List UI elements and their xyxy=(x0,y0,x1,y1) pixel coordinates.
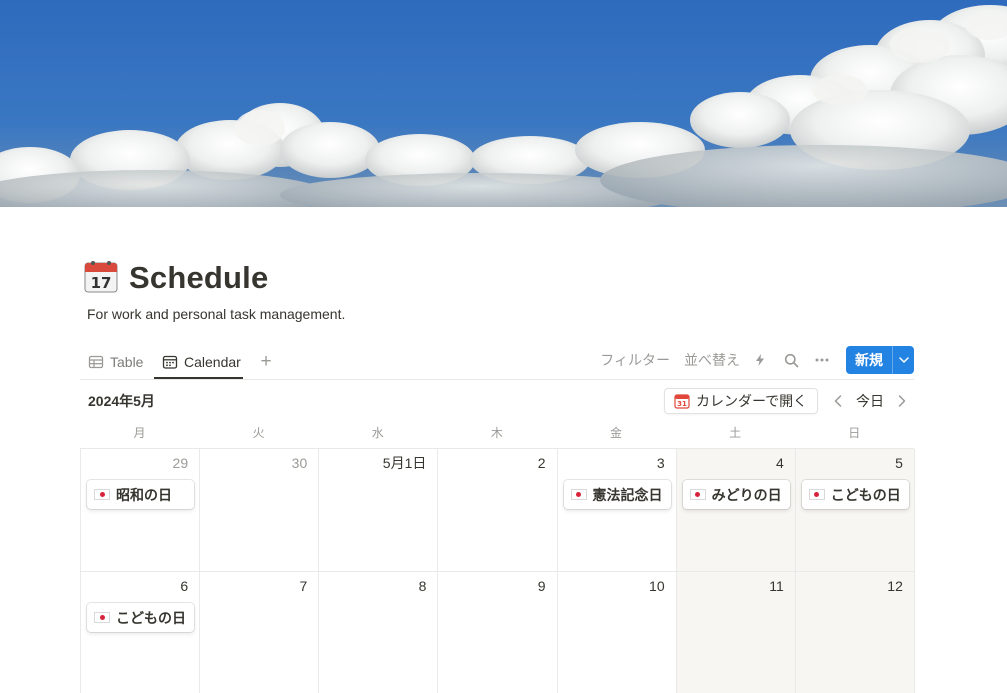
weekday-label: 土 xyxy=(729,426,742,440)
page-title[interactable]: Schedule xyxy=(129,258,268,298)
calendar-day-cell[interactable]: 5 こどもの日 xyxy=(795,449,915,572)
day-number: 29 xyxy=(172,455,189,471)
tab-table-label: Table xyxy=(110,354,144,370)
search-icon[interactable] xyxy=(780,349,802,371)
calendar-event[interactable]: こどもの日 xyxy=(87,603,195,632)
calendar-day-cell[interactable]: 12 xyxy=(795,572,915,693)
weekday-header: 月 火 水 木 金 土 日 xyxy=(80,424,914,442)
day-number: 30 xyxy=(291,455,308,471)
weekday-label: 木 xyxy=(490,426,503,440)
calendar-day-cell[interactable]: 6 こどもの日 xyxy=(81,572,201,693)
calendar-day-cell[interactable]: 9 xyxy=(438,572,558,693)
day-number: 5 xyxy=(895,455,903,471)
sky-clouds-image xyxy=(0,0,1007,207)
tab-calendar[interactable]: Calendar xyxy=(162,349,241,375)
calendar-event[interactable]: 昭和の日 xyxy=(87,480,195,509)
calendar-event[interactable]: 憲法記念日 xyxy=(563,480,671,509)
filter-button[interactable]: フィルター xyxy=(600,350,670,370)
previous-month-icon[interactable] xyxy=(828,390,848,412)
weekday-label: 金 xyxy=(610,426,623,440)
calendar-17-icon[interactable]: 17 xyxy=(83,258,119,294)
day-number: 8 xyxy=(418,578,427,594)
event-title: みどりの日 xyxy=(711,486,782,503)
calendar-day-cell[interactable]: 4 みどりの日 xyxy=(676,449,796,572)
day-number: 3 xyxy=(656,455,665,471)
plus-icon[interactable]: + xyxy=(255,349,277,375)
japan-flag-icon xyxy=(689,489,706,500)
calendar-app-icon: 31 xyxy=(674,393,690,409)
weekday-label: 水 xyxy=(371,426,384,440)
lightning-icon[interactable] xyxy=(749,349,771,371)
calendar-week: 29 昭和の日 30 5月1日 2 3 憲法記念日 4 みどりの日 5 こどもの… xyxy=(81,449,915,572)
page-cover-image xyxy=(0,0,1007,207)
day-number: 4 xyxy=(775,455,784,471)
sort-button[interactable]: 並べ替え xyxy=(684,350,740,370)
new-button: 新規 xyxy=(846,346,914,374)
calendar-day-cell[interactable]: 3 憲法記念日 xyxy=(557,449,677,572)
japan-flag-icon xyxy=(94,612,110,623)
calendar-grid: 29 昭和の日 30 5月1日 2 3 憲法記念日 4 みどりの日 5 こどもの… xyxy=(80,448,915,693)
open-in-calendar-button[interactable]: 31 カレンダーで開く xyxy=(664,388,818,414)
event-title: 憲法記念日 xyxy=(592,486,663,503)
calendar-day-cell[interactable]: 29 昭和の日 xyxy=(81,449,201,572)
event-title: こどもの日 xyxy=(116,609,186,626)
calendar-day-cell[interactable]: 5月1日 xyxy=(319,449,439,572)
calendar-day-cell[interactable]: 10 xyxy=(557,572,677,693)
day-number: 7 xyxy=(299,578,308,594)
weekday-label: 月 xyxy=(133,426,146,440)
day-number: 10 xyxy=(649,578,665,594)
open-in-calendar-label: カレンダーで開く xyxy=(696,393,808,409)
table-icon xyxy=(88,354,104,370)
japan-flag-icon xyxy=(808,489,825,500)
chevron-down-icon[interactable] xyxy=(892,346,914,374)
svg-text:31: 31 xyxy=(677,400,687,408)
day-number: 2 xyxy=(537,455,546,471)
calendar-day-cell[interactable]: 7 xyxy=(200,572,320,693)
tab-calendar-label: Calendar xyxy=(184,354,241,370)
event-title: 昭和の日 xyxy=(116,486,172,503)
next-month-icon[interactable] xyxy=(892,390,912,412)
day-number: 5月1日 xyxy=(382,455,427,471)
weekday-label: 火 xyxy=(252,426,265,440)
japan-flag-icon xyxy=(570,489,587,500)
more-icon[interactable] xyxy=(811,349,833,371)
tab-table[interactable]: Table xyxy=(88,349,143,375)
calendar-day-cell[interactable]: 30 xyxy=(200,449,320,572)
calendar-event[interactable]: こどもの日 xyxy=(801,480,909,509)
day-number: 12 xyxy=(887,578,903,594)
calendar-day-cell[interactable]: 2 xyxy=(438,449,558,572)
calendar-event[interactable]: みどりの日 xyxy=(682,480,790,509)
event-title: こどもの日 xyxy=(830,486,901,503)
japan-flag-icon xyxy=(94,489,110,500)
svg-text:17: 17 xyxy=(91,274,112,292)
new-button-label[interactable]: 新規 xyxy=(846,346,892,374)
calendar-day-cell[interactable]: 8 xyxy=(319,572,439,693)
view-tabs-bar: Table Calendar + フィルター 並べ替え 新規 xyxy=(80,344,914,380)
page-description[interactable]: For work and personal task management. xyxy=(87,305,345,323)
calendar-day-cell[interactable]: 11 xyxy=(676,572,796,693)
active-tab-indicator xyxy=(154,377,243,379)
calendar-icon xyxy=(162,354,178,370)
view-toolbar: フィルター 並べ替え 新規 xyxy=(586,346,914,374)
calendar-month-label: 2024年5月 xyxy=(88,393,155,409)
weekday-label: 日 xyxy=(848,426,861,440)
calendar-week: 6 こどもの日 7 8 9 10 11 12 xyxy=(81,572,915,693)
day-number: 9 xyxy=(537,578,546,594)
day-number: 6 xyxy=(180,578,189,594)
today-button[interactable]: 今日 xyxy=(852,390,888,412)
day-number: 11 xyxy=(769,578,784,594)
